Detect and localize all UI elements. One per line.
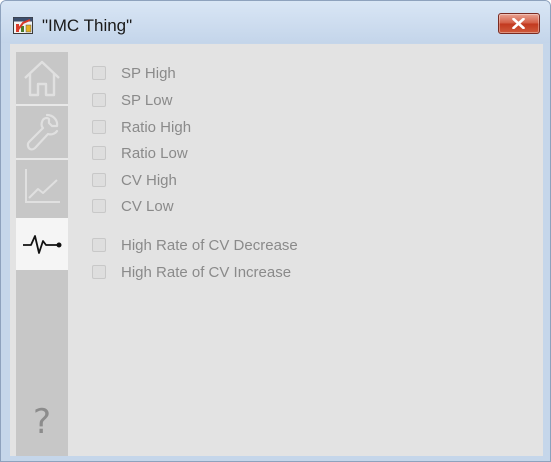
faceplate-nav-sidebar: ?	[16, 52, 68, 456]
alarm-checkbox[interactable]	[92, 93, 106, 107]
nav-maintenance-tab[interactable]	[16, 106, 68, 158]
alarm-item-ratio-low[interactable]: Ratio Low	[92, 143, 188, 163]
alarm-checkbox[interactable]	[92, 146, 106, 160]
alarm-item-ratio-high[interactable]: Ratio High	[92, 117, 191, 137]
alarm-item-sp-low[interactable]: SP Low	[92, 90, 172, 110]
alarm-label: SP Low	[121, 91, 173, 109]
alarm-label: CV High	[121, 171, 177, 189]
alarm-label: High Rate of CV Decrease	[121, 236, 298, 254]
alarm-label: SP High	[121, 64, 176, 82]
close-x-icon	[512, 18, 525, 29]
nav-trends-tab[interactable]	[16, 160, 68, 212]
alarm-item-cv-high[interactable]: CV High	[92, 170, 177, 190]
alarm-pulse-icon	[23, 235, 62, 254]
alarm-label: Ratio Low	[121, 144, 188, 162]
home-icon	[24, 60, 60, 97]
alarm-checkbox[interactable]	[92, 173, 106, 187]
nav-home-tab[interactable]	[16, 52, 68, 104]
alarm-label: High Rate of CV Increase	[121, 263, 292, 281]
title-bar[interactable]: "IMC Thing"	[1, 1, 550, 43]
alarm-checkbox[interactable]	[92, 66, 106, 80]
help-icon: ?	[32, 402, 52, 442]
window-title: "IMC Thing"	[42, 16, 133, 35]
alarm-checkbox[interactable]	[92, 265, 106, 279]
alarm-item-cv-rate-increase[interactable]: High Rate of CV Increase	[92, 262, 291, 282]
alarm-item-cv-rate-decrease[interactable]: High Rate of CV Decrease	[92, 235, 298, 255]
alarm-checkbox[interactable]	[92, 120, 106, 134]
alarm-item-sp-high[interactable]: SP High	[92, 63, 176, 83]
faceplate-app-icon	[13, 17, 33, 34]
wrench-icon	[26, 113, 59, 151]
trend-icon	[25, 169, 60, 203]
alarm-checkbox[interactable]	[92, 238, 106, 252]
alarm-item-cv-low[interactable]: CV Low	[92, 196, 174, 216]
alarm-label: CV Low	[121, 197, 174, 215]
alarm-label: Ratio High	[121, 118, 192, 136]
alarm-checkbox[interactable]	[92, 199, 106, 213]
nav-help-tab[interactable]: ?	[16, 392, 68, 452]
nav-alarms-tab[interactable]	[16, 218, 68, 270]
close-button[interactable]	[498, 13, 540, 34]
faceplate-window: "IMC Thing"	[0, 0, 551, 462]
